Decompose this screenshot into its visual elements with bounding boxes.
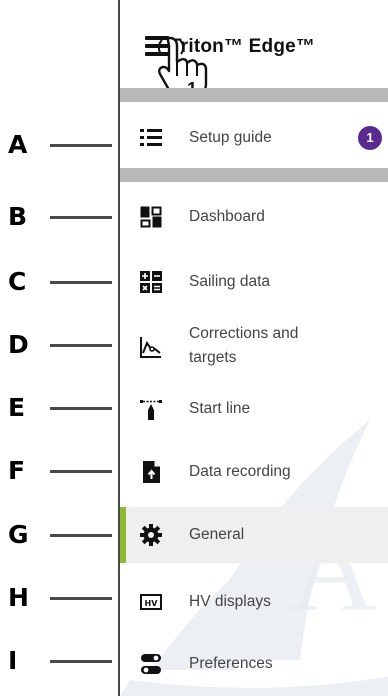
callout-letter: G xyxy=(8,520,29,549)
callout-a: A xyxy=(0,130,122,160)
menu-item-start-line[interactable]: Start line xyxy=(120,381,388,437)
callout-line xyxy=(50,281,112,284)
menu-item-label: General xyxy=(189,525,245,543)
chart-icon xyxy=(140,337,161,358)
toggle-icon xyxy=(141,654,161,674)
navigation-drawer: A Triton™ Edge™ 1 Setup guide 1 Dashbo xyxy=(118,0,388,696)
callout-b: B xyxy=(0,202,122,232)
callout-c: C xyxy=(0,267,122,297)
callout-line xyxy=(50,344,112,347)
divider xyxy=(120,88,388,102)
menu-item-label: Dashboard xyxy=(189,207,265,225)
callout-line xyxy=(50,597,112,600)
app-header: Triton™ Edge™ 1 xyxy=(120,0,388,100)
menu-item-corrections-and-targets[interactable]: Corrections and targets xyxy=(120,317,388,375)
start-line-icon xyxy=(140,400,162,420)
callout-letter: D xyxy=(8,330,29,359)
callout-line xyxy=(50,470,112,473)
divider xyxy=(120,168,388,182)
menu-item-label: Preferences xyxy=(189,654,273,672)
file-upload-icon xyxy=(143,461,160,483)
menu-item-label: Setup guide xyxy=(189,128,272,146)
callout-line xyxy=(50,660,112,663)
dashboard-icon xyxy=(140,206,162,228)
list-icon xyxy=(140,129,162,146)
menu-item-sailing-data[interactable]: Sailing data xyxy=(120,254,388,310)
callout-line xyxy=(50,144,112,147)
gear-icon xyxy=(140,524,162,546)
callout-line xyxy=(50,534,112,537)
menu-item-setup-guide[interactable]: Setup guide 1 xyxy=(120,110,388,166)
callout-e: E xyxy=(0,393,122,423)
sailing-data-icon xyxy=(140,271,162,293)
hv-display-icon: HV xyxy=(140,594,162,610)
callout-i: I xyxy=(0,646,122,676)
callout-d: D xyxy=(0,330,122,360)
menu-item-label: Corrections and targets xyxy=(189,324,299,366)
menu-item-label: Sailing data xyxy=(189,272,271,290)
callout-g: G xyxy=(0,520,122,550)
callout-f: F xyxy=(0,456,122,486)
callout-letter: A xyxy=(8,130,28,159)
menu-item-label: Start line xyxy=(189,399,251,417)
menu-item-dashboard[interactable]: Dashboard xyxy=(120,189,388,245)
callout-line xyxy=(50,407,112,410)
svg-text:HV: HV xyxy=(145,599,159,608)
notification-badge: 1 xyxy=(358,126,382,150)
callout-h: H xyxy=(0,583,122,613)
menu-item-general[interactable]: General xyxy=(120,507,388,563)
callout-letter: B xyxy=(8,202,28,231)
menu-item-label: HV displays xyxy=(189,592,271,610)
callout-letter: C xyxy=(8,267,27,296)
menu-item-label: Data recording xyxy=(189,462,291,480)
menu-item-preferences[interactable]: Preferences xyxy=(120,636,388,692)
menu-item-hv-displays[interactable]: HV HV displays xyxy=(120,574,388,630)
menu-item-data-recording[interactable]: Data recording xyxy=(120,444,388,500)
callout-letter: I xyxy=(8,646,18,675)
callout-letter: E xyxy=(8,393,26,422)
callout-line xyxy=(50,216,112,219)
callout-letter: H xyxy=(8,583,29,612)
callout-letter: F xyxy=(8,456,26,485)
